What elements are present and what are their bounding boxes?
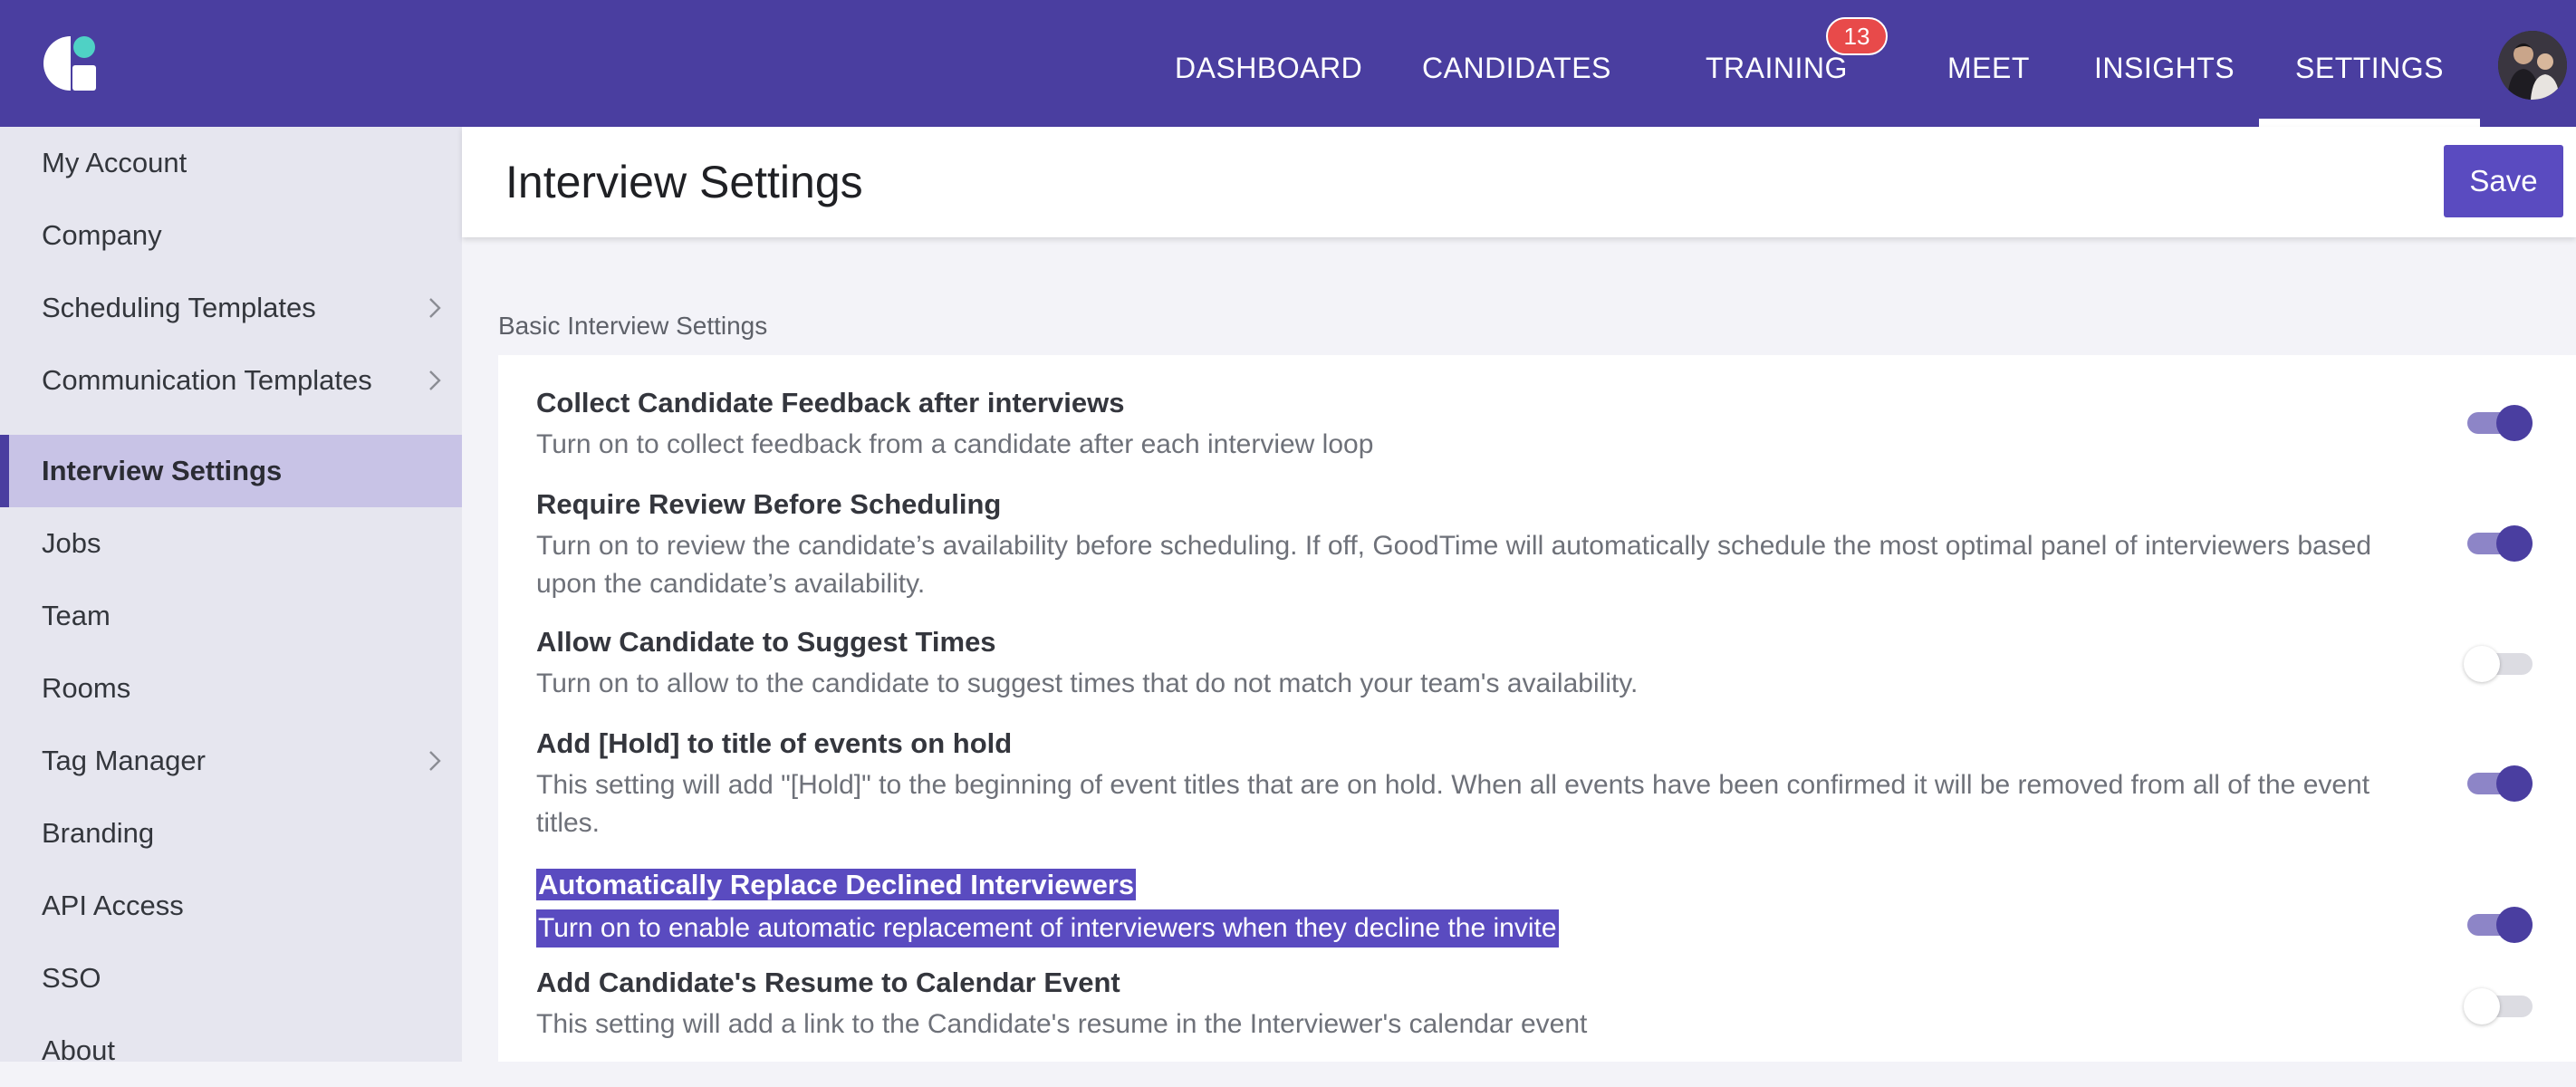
toggle-hold-title[interactable] xyxy=(2464,763,2533,804)
setting-description: Turn on to allow to the candidate to sug… xyxy=(536,669,1639,698)
sidebar-item-sso[interactable]: SSO xyxy=(0,942,462,1015)
sidebar-item-label: Interview Settings xyxy=(42,455,283,486)
sidebar-item-about[interactable]: About xyxy=(0,1015,462,1087)
toggle-require-review[interactable] xyxy=(2464,523,2533,564)
sidebar-item-label: Tag Manager xyxy=(42,745,206,776)
sidebar-item-label: SSO xyxy=(42,962,101,994)
setting-replace-declined: Automatically Replace Declined Interview… xyxy=(536,864,2438,948)
sidebar-item-label: My Account xyxy=(42,147,187,178)
setting-title: Add [Hold] to title of events on hold xyxy=(536,727,1013,759)
sidebar-item-label: About xyxy=(42,1034,116,1066)
toggle-knob xyxy=(2496,405,2533,441)
setting-collect-feedback: Collect Candidate Feedback after intervi… xyxy=(536,382,2438,464)
sidebar-item-tag-manager[interactable]: Tag Manager xyxy=(0,725,462,797)
nav-training[interactable]: TRAINING xyxy=(1706,0,1848,127)
save-button[interactable]: Save xyxy=(2444,145,2563,217)
setting-title: Collect Candidate Feedback after intervi… xyxy=(536,387,1125,418)
setting-hold-title: Add [Hold] to title of events on hold Th… xyxy=(536,723,2438,842)
nav-meet[interactable]: MEET xyxy=(1947,0,2030,127)
sidebar-item-label: Branding xyxy=(42,817,155,849)
chevron-right-icon xyxy=(429,370,441,390)
sidebar-item-label: Team xyxy=(42,600,111,631)
setting-description: Turn on to collect feedback from a candi… xyxy=(536,429,1374,459)
avatar[interactable] xyxy=(2498,31,2567,100)
setting-title: Automatically Replace Declined Interview… xyxy=(536,869,1137,900)
toggle-knob xyxy=(2496,525,2533,562)
toggle-replace-declined[interactable] xyxy=(2464,904,2533,946)
sidebar-item-label: Company xyxy=(42,219,162,251)
sidebar-item-label: API Access xyxy=(42,890,184,921)
toggle-knob xyxy=(2464,988,2500,1024)
setting-resume-calendar: Add Candidate's Resume to Calendar Event… xyxy=(536,962,2438,1044)
nav-dashboard[interactable]: DASHBOARD xyxy=(1175,0,1362,127)
sidebar-item-label: Communication Templates xyxy=(42,364,372,396)
setting-suggest-times: Allow Candidate to Suggest Times Turn on… xyxy=(536,621,2438,703)
nav-settings[interactable]: SETTINGS xyxy=(2258,0,2481,127)
page-title: Interview Settings xyxy=(505,157,863,207)
sidebar-item-company[interactable]: Company xyxy=(0,199,462,272)
toggle-suggest-times[interactable] xyxy=(2464,643,2533,685)
sidebar-item-branding[interactable]: Branding xyxy=(0,797,462,870)
setting-description: This setting will add "[Hold]" to the be… xyxy=(536,770,2370,838)
chevron-right-icon xyxy=(429,298,441,318)
top-navigation-bar: DASHBOARD CANDIDATES TRAINING MEET INSIG… xyxy=(0,0,2576,127)
setting-description: Turn on to review the candidate’s availa… xyxy=(536,531,2372,599)
setting-title: Add Candidate's Resume to Calendar Event xyxy=(536,967,1120,998)
toggle-knob xyxy=(2496,765,2533,802)
section-label: Basic Interview Settings xyxy=(498,312,768,340)
sidebar-item-label: Scheduling Templates xyxy=(42,292,316,323)
user-avatar-icon xyxy=(2498,31,2567,100)
setting-require-review: Require Review Before Scheduling Turn on… xyxy=(536,484,2438,603)
training-notification-badge: 13 xyxy=(1826,17,1888,55)
setting-description: Turn on to enable automatic replacement … xyxy=(536,909,1559,948)
toggle-knob xyxy=(2464,646,2500,682)
toggle-collect-feedback[interactable] xyxy=(2464,402,2533,444)
sidebar-item-jobs[interactable]: Jobs xyxy=(0,507,462,580)
settings-sidebar: My Account Company Scheduling Templates … xyxy=(0,127,462,1066)
setting-title: Require Review Before Scheduling xyxy=(536,488,1002,520)
sidebar-item-my-account[interactable]: My Account xyxy=(0,127,462,199)
sidebar-item-label: Rooms xyxy=(42,672,131,704)
sidebar-item-api-access[interactable]: API Access xyxy=(0,870,462,942)
toggle-resume-calendar[interactable] xyxy=(2464,986,2533,1027)
settings-card: Collect Candidate Feedback after intervi… xyxy=(498,355,2576,1062)
page-header: Interview Settings Save xyxy=(462,127,2576,237)
toggle-knob xyxy=(2496,907,2533,943)
sidebar-item-rooms[interactable]: Rooms xyxy=(0,652,462,725)
sidebar-item-scheduling-templates[interactable]: Scheduling Templates xyxy=(0,272,462,344)
sidebar-item-communication-templates[interactable]: Communication Templates xyxy=(0,344,462,417)
nav-candidates[interactable]: CANDIDATES xyxy=(1422,0,1611,127)
sidebar-item-interview-settings[interactable]: Interview Settings xyxy=(0,435,462,507)
nav-insights[interactable]: INSIGHTS xyxy=(2094,0,2235,127)
setting-description: This setting will add a link to the Cand… xyxy=(536,1009,1588,1039)
chevron-right-icon xyxy=(429,751,441,771)
sidebar-item-team[interactable]: Team xyxy=(0,580,462,652)
sidebar-item-label: Jobs xyxy=(42,527,101,559)
setting-title: Allow Candidate to Suggest Times xyxy=(536,626,996,658)
